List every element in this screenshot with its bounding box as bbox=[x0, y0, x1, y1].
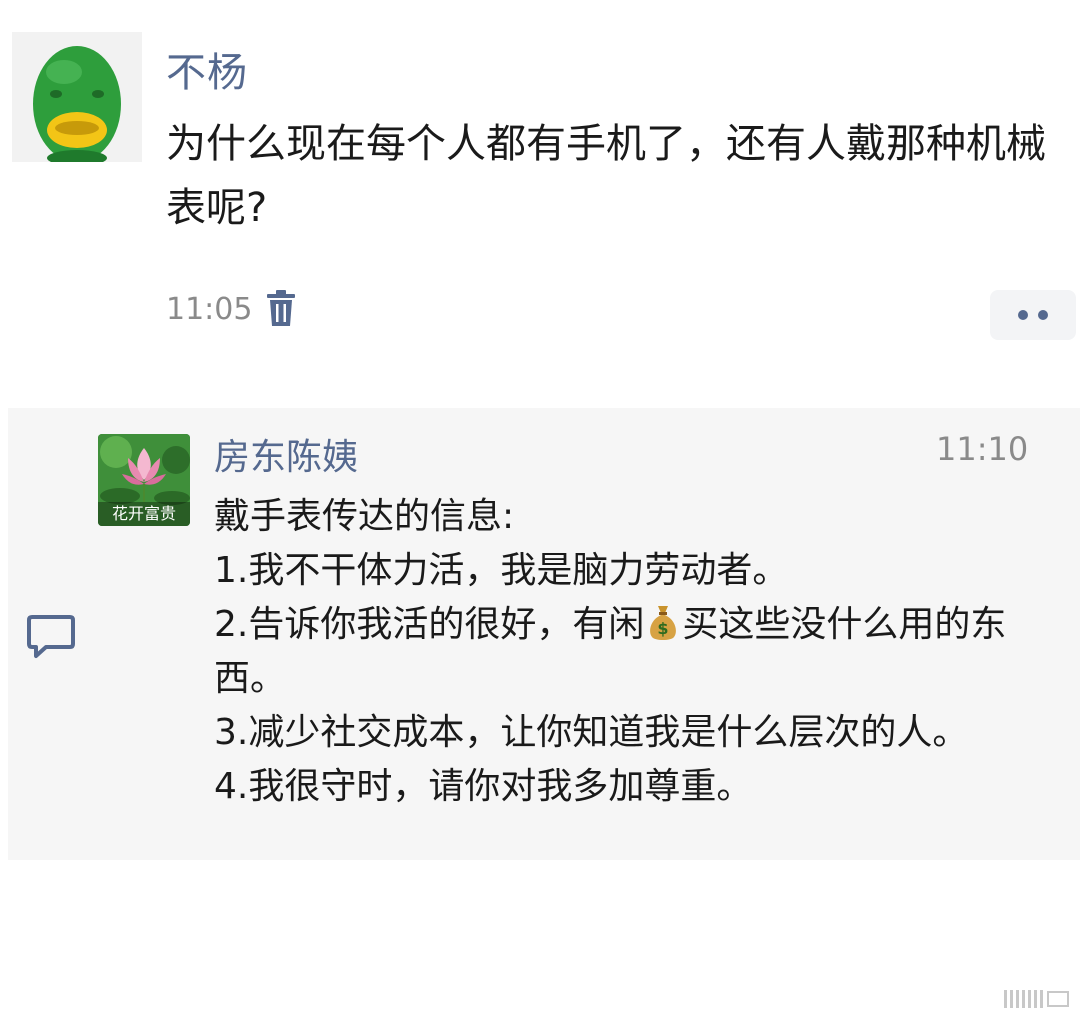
comment-author-avatar[interactable]: 花开富贵 bbox=[98, 434, 190, 526]
more-dots-icon[interactable] bbox=[990, 290, 1076, 340]
more-dot bbox=[1018, 310, 1028, 320]
watermark-icon bbox=[1004, 988, 1070, 1010]
comment-line: 1.我不干体力活，我是脑力劳动者。 bbox=[214, 550, 789, 591]
money-bag-icon: $ bbox=[646, 604, 680, 642]
svg-text:$: $ bbox=[658, 619, 669, 638]
post-author-avatar[interactable] bbox=[12, 32, 142, 162]
comment-line: 戴手表传达的信息: bbox=[214, 496, 515, 537]
comment-line: 4.我很守时，请你对我多加尊重。 bbox=[214, 766, 753, 807]
avatar-caption: 花开富贵 bbox=[98, 502, 190, 526]
comment-time: 11:10 bbox=[936, 430, 1029, 468]
post-time: 11:05 bbox=[166, 291, 253, 327]
post-text: 为什么现在每个人都有手机了，还有人戴那种机械表呢? bbox=[166, 121, 1046, 231]
comment-text: 戴手表传达的信息: 1.我不干体力活，我是脑力劳动者。 2.告诉你我活的很好，有… bbox=[214, 490, 1044, 814]
comment-bubble-icon[interactable] bbox=[26, 614, 76, 660]
more-dot bbox=[1038, 310, 1048, 320]
comment-line: 3.减少社交成本，让你知道我是什么层次的人。 bbox=[214, 712, 969, 753]
post-meta: 11:05 bbox=[166, 290, 296, 328]
post-author-name[interactable]: 不杨 bbox=[166, 40, 248, 98]
trash-icon[interactable] bbox=[266, 290, 296, 328]
comment-line-part: 2.告诉你我活的很好，有闲 bbox=[214, 604, 645, 645]
green-fish-mask-avatar-icon bbox=[12, 32, 142, 162]
comment-line: 2.告诉你我活的很好，有闲 $ 买这些没什么用的东西。 bbox=[214, 598, 1044, 706]
comment-author-name[interactable]: 房东陈姨 bbox=[214, 428, 358, 480]
